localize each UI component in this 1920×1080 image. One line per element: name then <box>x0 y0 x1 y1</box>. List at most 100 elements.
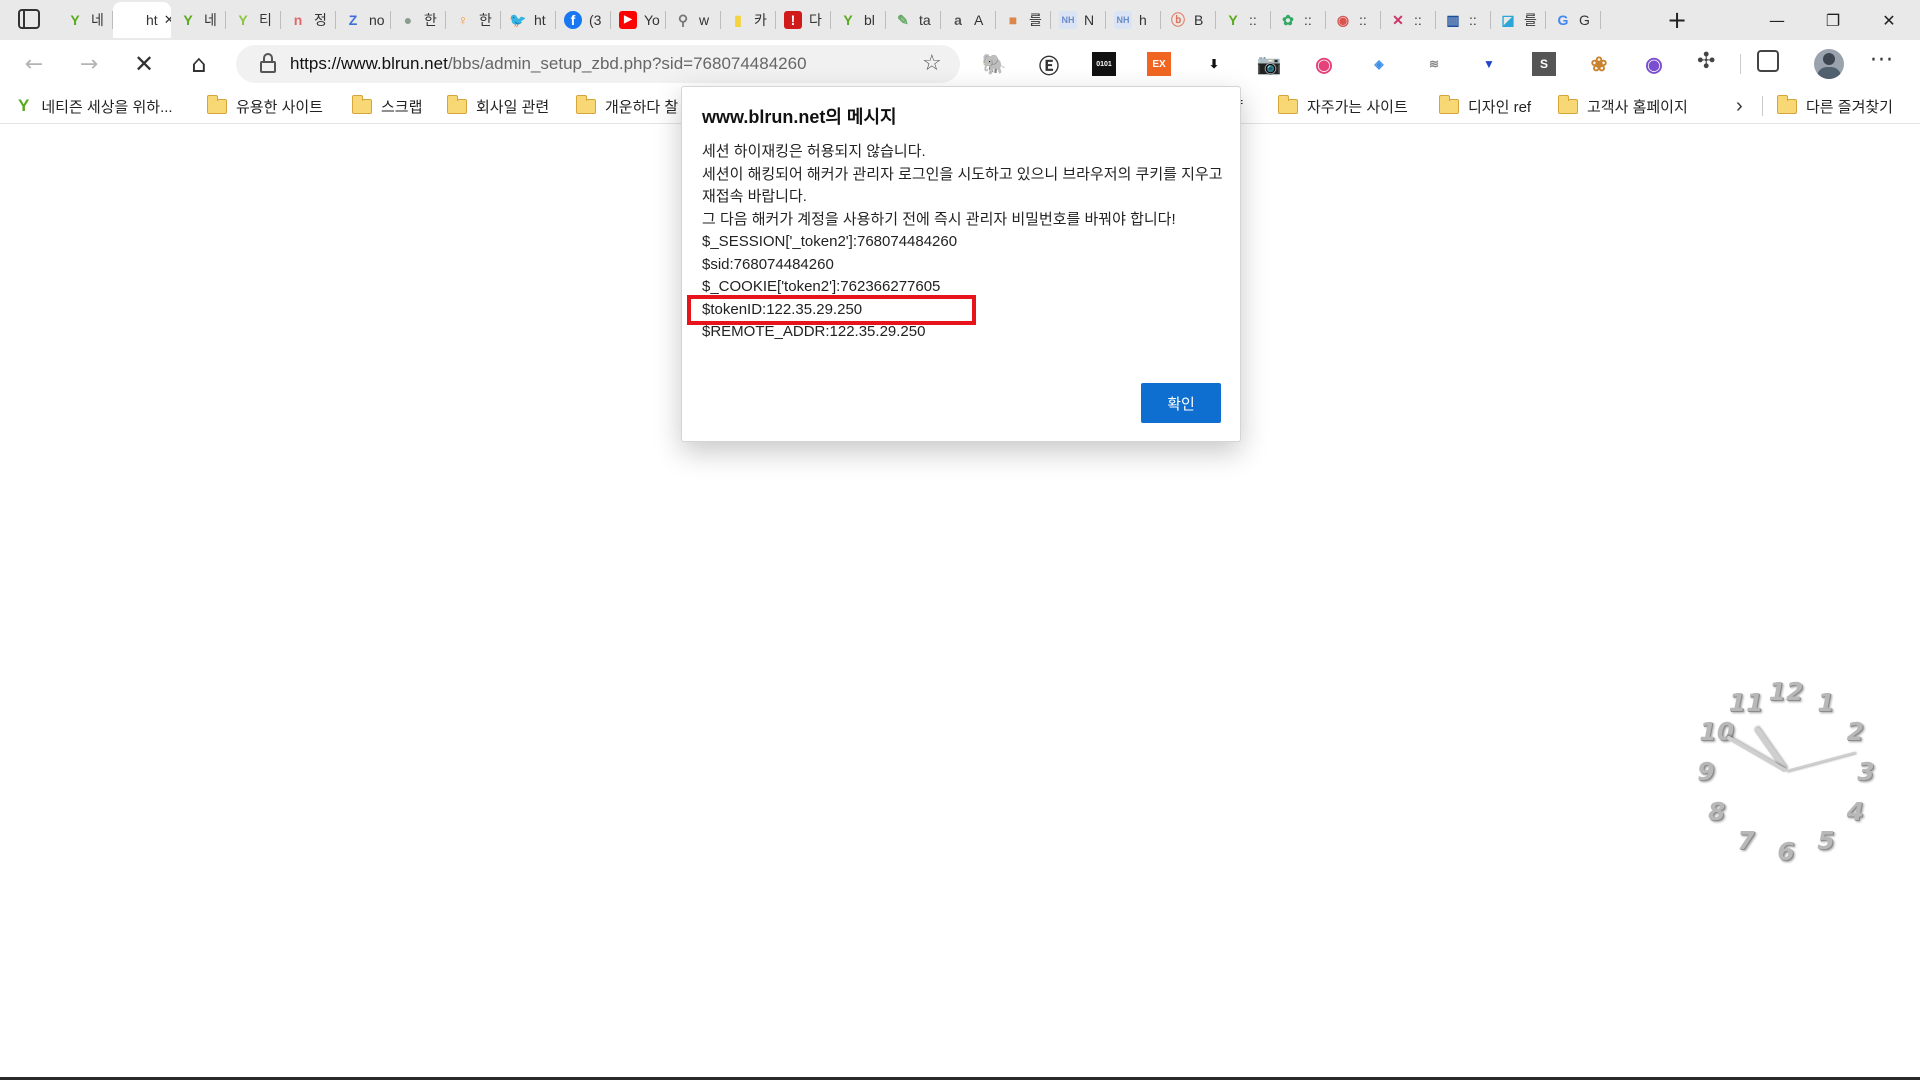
pen-icon: ✎ <box>897 12 909 28</box>
bookmark-folder[interactable]: 개운하다 찰 <box>576 94 678 118</box>
stop-loading-button[interactable]: ✕ <box>126 46 162 82</box>
browser-tab[interactable]: ◉:: <box>1326 2 1381 38</box>
new-tab-button[interactable]: + <box>1649 0 1705 40</box>
e-circle-icon[interactable]: Ⓔ <box>1037 52 1061 78</box>
browser-tab[interactable]: NH h <box>1106 2 1161 38</box>
clock-number: 8 <box>1708 797 1726 826</box>
cookie-icon[interactable]: ❀ <box>1587 52 1611 76</box>
browser-tab[interactable]: ◪ 를 <box>1491 2 1546 38</box>
restore-button[interactable]: ❐ <box>1805 0 1861 40</box>
browser-tab[interactable]: NH N <box>1051 2 1106 38</box>
binary-icon[interactable]: 0101 <box>1092 52 1116 76</box>
bookmark-item[interactable]: Y 네티즌 세상을 위하... <box>18 94 173 118</box>
browser-tab[interactable]: Ybl <box>831 2 886 38</box>
red-highlight-box <box>687 295 976 325</box>
settings-menu-icon[interactable]: ··· <box>1870 48 1894 73</box>
bookmark-label: 자주가는 사이트 <box>1307 98 1408 116</box>
url-text[interactable]: https://www.blrun.net/bbs/admin_setup_zb… <box>290 54 807 74</box>
google-icon: G <box>1557 12 1569 28</box>
rss-icon[interactable]: ≋ <box>1422 52 1446 76</box>
clock-number: 5 <box>1817 826 1835 856</box>
amazon-icon: a <box>954 12 962 28</box>
bookmark-label: 스크랩 <box>381 98 423 116</box>
browser-tab[interactable]: ! 다 <box>776 2 831 38</box>
desktop-clock-widget: 12 1 2 3 4 5 6 7 8 9 10 11 <box>1690 670 1890 870</box>
add-favorite-icon[interactable]: ☆ <box>922 51 942 76</box>
browser-tab[interactable]: ♀ 한 <box>446 2 501 38</box>
tab-title: 를 <box>1029 12 1042 28</box>
profile-avatar[interactable] <box>1814 49 1844 79</box>
tab-title: 다 <box>809 12 822 28</box>
browser-tab[interactable]: ✿:: <box>1271 2 1326 38</box>
forward-button[interactable]: → <box>71 46 107 82</box>
browser-tab[interactable]: Zno <box>336 2 391 38</box>
browser-tab[interactable]: aA <box>941 2 996 38</box>
tab-title: :: <box>1469 12 1477 28</box>
down-arrow-icon[interactable]: ▼ <box>1477 52 1501 76</box>
clock-number: 1 <box>1817 687 1835 717</box>
browser-tab[interactable]: 🐦 ht <box>501 2 556 38</box>
bookmark-folder[interactable]: 다른 즐겨찾기 <box>1777 94 1893 118</box>
browser-tab[interactable]: ⚲ w <box>666 2 721 38</box>
bookmark-folder[interactable]: 유용한 사이트 <box>207 94 323 118</box>
layers-icon[interactable]: ◈ <box>1367 52 1391 76</box>
browser-tab[interactable]: Y네 <box>58 2 113 38</box>
color-ring-icon[interactable]: ◉ <box>1642 52 1666 76</box>
close-window-button[interactable]: ✕ <box>1861 0 1917 40</box>
folder-icon <box>447 94 467 114</box>
browser-tab[interactable]: GG <box>1546 2 1601 38</box>
color-wheel-icon[interactable]: ◉ <box>1312 52 1336 76</box>
naver-blog-icon: Y <box>70 12 80 28</box>
browser-tab[interactable]: Y:: <box>1216 2 1271 38</box>
evernote-icon[interactable]: 🐘 <box>982 52 1007 76</box>
browser-tab[interactable]: ▥:: <box>1436 2 1491 38</box>
lock-icon[interactable] <box>260 53 276 73</box>
browser-tab[interactable]: ▶ Yo <box>611 2 666 38</box>
bookmark-folder[interactable]: 자주가는 사이트 <box>1278 94 1408 118</box>
tab-title: G <box>1579 12 1590 28</box>
bookmark-folder[interactable]: 회사일 관련 <box>447 94 549 118</box>
clock-number: 11 <box>1728 687 1764 717</box>
camera-icon[interactable]: 📷 <box>1257 52 1282 76</box>
tab-actions-icon[interactable] <box>18 9 40 29</box>
clock-number: 12 <box>1768 677 1804 706</box>
bookmark-label: 개운하다 찰 <box>605 98 679 116</box>
browser-tab[interactable]: ● 한 <box>391 2 446 38</box>
browser-tab[interactable]: Y네 <box>171 2 226 38</box>
bookmark-label: 유용한 사이트 <box>236 98 323 116</box>
home-button[interactable]: ⌂ <box>181 46 217 82</box>
figure-icon: ♀ <box>457 12 469 28</box>
bookmark-folder[interactable]: 고객사 홈페이지 <box>1558 94 1688 118</box>
shield-down-icon[interactable]: ⬇ <box>1202 52 1226 76</box>
bookmark-folder[interactable]: 스크랩 <box>352 94 422 118</box>
puzzle-color-icon: ✿ <box>1282 12 1294 28</box>
browser-tab[interactable]: ✎ ta <box>886 2 941 38</box>
back-button[interactable]: ← <box>16 46 52 82</box>
person-icon: ● <box>403 12 413 28</box>
tab-title: ta <box>919 12 931 28</box>
browser-tab[interactable]: f (3 <box>556 2 611 38</box>
browser-tab[interactable]: ▮ 카 <box>721 2 776 38</box>
naver-blog-icon: Y <box>183 12 193 28</box>
bookmark-folder[interactable]: 디자인 ref <box>1439 94 1531 118</box>
bookmark-label: 네티즌 세상을 위하... <box>41 98 173 116</box>
browser-tab[interactable]: ht ✕ <box>113 2 171 38</box>
ok-button[interactable]: 확인 <box>1141 383 1221 423</box>
message-line: 세션 하이재킹은 허용되지 않습니다. <box>702 143 926 160</box>
tab-title: h <box>1139 12 1147 28</box>
browser-tab[interactable]: ⓑ B <box>1161 2 1216 38</box>
s-box-icon[interactable]: S <box>1532 52 1556 76</box>
minimize-button[interactable]: — <box>1749 0 1805 40</box>
address-bar[interactable]: https://www.blrun.net/bbs/admin_setup_zb… <box>236 45 960 83</box>
tab-title: 정 <box>314 12 327 28</box>
browser-tab[interactable]: n정 <box>281 2 336 38</box>
close-tab-icon[interactable]: ✕ <box>164 12 171 28</box>
dialog-title: www.blrun.net의 메시지 <box>702 107 897 127</box>
collections-icon[interactable] <box>1757 50 1779 72</box>
more-bookmarks-chevron-icon[interactable]: › <box>1736 94 1743 118</box>
extensions-puzzle-icon[interactable]: ✣ <box>1697 49 1715 74</box>
ex-icon[interactable]: EX <box>1147 52 1171 76</box>
browser-tab[interactable]: ✕:: <box>1381 2 1436 38</box>
browser-tab[interactable]: ■ 를 <box>996 2 1051 38</box>
browser-tab[interactable]: Y티 <box>226 2 281 38</box>
